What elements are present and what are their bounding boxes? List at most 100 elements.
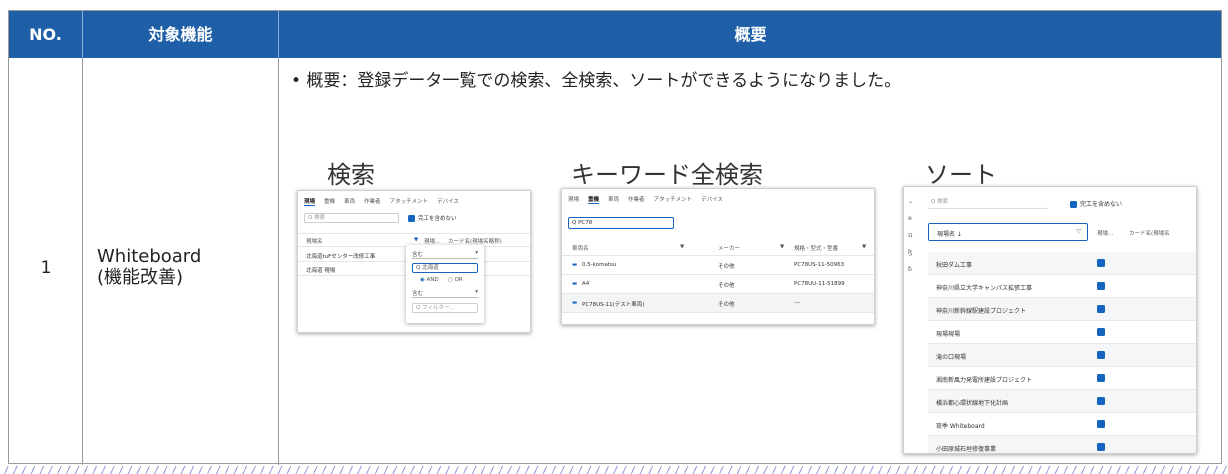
- tab-juki[interactable]: 重機: [588, 195, 600, 204]
- list-item[interactable]: 小田原城石垣修復事業: [928, 436, 1196, 453]
- exclude-complete-checkbox[interactable]: 完工を含めない: [1070, 199, 1122, 208]
- check-icon[interactable]: [1097, 259, 1105, 267]
- site-name: 秋田ダム工事: [936, 262, 973, 269]
- tab-genba[interactable]: 現場: [304, 197, 316, 206]
- section-title-search: 検索: [327, 161, 375, 189]
- list-item[interactable]: 湘南新風力発電所建設プロジェクト: [928, 367, 1196, 390]
- tab-attachment[interactable]: アタッチメント: [654, 195, 693, 204]
- col-header-maker: メーカー: [718, 246, 741, 252]
- radio-on-icon: ◉: [420, 277, 425, 283]
- divider: [562, 312, 874, 313]
- tab-sharyo[interactable]: 車両: [608, 195, 619, 204]
- list-item[interactable]: 秋田ダム工事: [928, 252, 1196, 275]
- side-tab-icon[interactable]: ɪɪ: [908, 227, 913, 244]
- filter-and-radio[interactable]: ◉ AND: [420, 277, 439, 283]
- check-icon[interactable]: [1097, 374, 1105, 382]
- chevron-down-icon: ▾: [475, 250, 478, 256]
- filter-op1: 含む: [412, 252, 424, 258]
- col-header-name: 現場名 ↓: [937, 231, 962, 238]
- vehicle-maker: その他: [718, 283, 735, 289]
- tab-genba[interactable]: 現場: [568, 195, 579, 204]
- list-item[interactable]: 北海道tuFセンター改修工事: [306, 252, 375, 260]
- radio-off-icon: ○: [448, 277, 453, 283]
- search-input[interactable]: Q 検索: [304, 213, 399, 223]
- check-icon[interactable]: [1097, 351, 1105, 359]
- side-tab-icon[interactable]: ɓ: [908, 261, 913, 278]
- vehicle-name: 0.5-komatsu: [582, 262, 617, 268]
- sort-icon[interactable]: ▼: [680, 244, 684, 250]
- folder-icon: ▬: [572, 300, 578, 306]
- col-header-card: カード名(現場名略称): [448, 239, 502, 245]
- table-row[interactable]: ▬ PC78US-11(テスト車両) その他 ---: [562, 294, 874, 312]
- fulltext-screenshot: 現場 重機 車両 作業者 アタッチメント デバイス Q PC78 車両名 ▼ メ…: [561, 188, 875, 325]
- cell-overview: • 概要：登録データ一覧での検索、全検索、ソートができるようになりました。 検索…: [279, 58, 1222, 465]
- side-tab-icon[interactable]: ɘ: [908, 210, 913, 227]
- check-icon[interactable]: [1097, 328, 1105, 336]
- filter-icon[interactable]: ▽: [1076, 228, 1081, 235]
- filter-operator-select-2[interactable]: 含む ▾: [412, 289, 478, 298]
- check-icon[interactable]: [1097, 305, 1105, 313]
- site-name: 滝の口現場: [936, 354, 967, 361]
- exclude-complete-checkbox[interactable]: 完工を含めない: [408, 214, 457, 222]
- check-icon[interactable]: [1097, 420, 1105, 428]
- fulltext-search-input[interactable]: Q PC78: [568, 217, 674, 229]
- tab-juki[interactable]: 重機: [324, 197, 335, 206]
- vehicle-model: PC78UU-11-51899: [794, 281, 845, 287]
- sort-icon[interactable]: ▼: [780, 244, 784, 250]
- header-overview: 概要: [734, 25, 767, 44]
- filter-value-input-2[interactable]: Q フィルター...: [412, 303, 478, 313]
- site-name: 小田原城石垣修復事業: [936, 446, 997, 453]
- sort-search-input[interactable]: Q 検索: [928, 197, 1048, 209]
- list-item[interactable]: 琉季 Whiteboard: [928, 413, 1196, 436]
- filter-icon[interactable]: ▼: [414, 237, 418, 243]
- list-item[interactable]: 北海道 現場: [306, 266, 335, 274]
- filter-value-input[interactable]: Q 北海道: [412, 263, 478, 273]
- vehicle-name: PC78US-11(テスト車両): [582, 302, 645, 308]
- filter-operator-select[interactable]: 含む ▾: [412, 250, 478, 259]
- table-row[interactable]: ▬ 0.5-komatsu その他 PC78US-11-50963: [562, 256, 874, 274]
- side-tab-icon[interactable]: ⌄: [908, 193, 913, 210]
- col-header-vehicle: 車両名: [572, 246, 589, 252]
- tab-sagyosha[interactable]: 作業者: [628, 195, 645, 204]
- sort-list: 秋田ダム工事 神奈川県立大学キャンパス拡張工事 神奈川新幹線駅建設プロジェクト …: [928, 252, 1196, 453]
- list-item[interactable]: 滝の口現場: [928, 344, 1196, 367]
- sort-column-header[interactable]: 現場名 ↓ ▽: [928, 223, 1088, 241]
- feature-table: NO. 対象機能 概要 1 Whiteboard (機能改善) • 概要：登録デ…: [8, 10, 1222, 465]
- search-screenshot: 現場 重機 車両 作業者 アタッチメント デバイス Q 検索 完工を含めない 現…: [297, 190, 531, 333]
- tab-attachment[interactable]: アタッチメント: [390, 197, 429, 206]
- check-icon[interactable]: [1097, 282, 1105, 290]
- feature-name: Whiteboard (機能改善): [97, 246, 202, 288]
- overview-description: • 概要：登録データ一覧での検索、全検索、ソートができるようになりました。: [291, 71, 902, 91]
- tab-sharyo[interactable]: 車両: [344, 197, 355, 206]
- site-name: 神奈川新幹線駅建設プロジェクト: [936, 308, 1027, 315]
- checkbox-label: 完工を含めない: [1080, 201, 1123, 208]
- list-item[interactable]: 横浜都心環状線地下化計画: [928, 390, 1196, 413]
- divider: [298, 233, 530, 234]
- tab-device[interactable]: デバイス: [437, 197, 459, 206]
- table-row[interactable]: ▬ A4 その他 PC78UU-11-51899: [562, 275, 874, 293]
- search-tabs: 現場 重機 車両 作業者 アタッチメント デバイス: [304, 197, 459, 206]
- folder-icon: ▬: [572, 281, 578, 287]
- checkbox-label: 完工を含めない: [418, 216, 457, 222]
- check-icon[interactable]: [1097, 443, 1105, 451]
- list-item[interactable]: 神奈川県立大学キャンパス拡張工事: [928, 275, 1196, 298]
- list-item[interactable]: 現場現場: [928, 321, 1196, 344]
- tab-sagyosha[interactable]: 作業者: [364, 197, 381, 206]
- col-header-genba: 現場...: [424, 239, 441, 245]
- header-no: NO.: [9, 11, 83, 58]
- filter-or-radio[interactable]: ○ OR: [448, 277, 463, 283]
- side-tabs: ⌄ ɘ ɪɪ ɮ ɓ: [908, 193, 913, 278]
- bottom-hatch-border: [0, 466, 1228, 474]
- sort-icon[interactable]: ▼: [862, 244, 866, 250]
- table-row: 1 Whiteboard (機能改善) • 概要：登録データ一覧での検索、全検索…: [9, 58, 1221, 465]
- vehicle-model: PC78US-11-50963: [794, 262, 845, 268]
- or-label: OR: [454, 277, 463, 283]
- list-item[interactable]: 神奈川新幹線駅建設プロジェクト: [928, 298, 1196, 321]
- checkbox-icon: [408, 215, 415, 222]
- check-icon[interactable]: [1097, 397, 1105, 405]
- side-tab-icon[interactable]: ɮ: [908, 244, 913, 261]
- filter-popup: 含む ▾ Q 北海道 ◉ AND ○ OR 含む ▾ Q フィルター...: [406, 245, 484, 323]
- section-title-fulltext: キーワード全検索: [571, 161, 763, 189]
- cell-no: 1: [9, 58, 83, 465]
- tab-device[interactable]: デバイス: [701, 195, 723, 204]
